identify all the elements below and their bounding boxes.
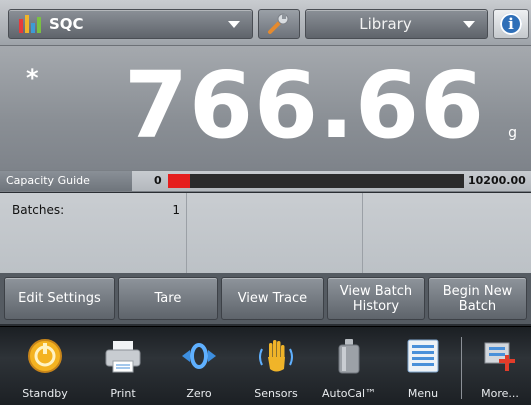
autocal-button[interactable]: AutoCal™ (316, 327, 382, 405)
data-field-empty (364, 193, 531, 273)
zero-icon (182, 343, 216, 369)
menu-list-icon (407, 339, 439, 373)
view-batch-history-button[interactable]: View Batch History (326, 277, 425, 320)
chart-bars-icon (19, 15, 41, 33)
toolbar-divider (461, 337, 462, 399)
weight-display: * 766.66 g (0, 46, 531, 170)
capacity-max: 10200.00 (468, 174, 526, 187)
balance-screen: SQC Library i * 766.66 g Capacity Guide … (0, 0, 531, 405)
hand-sensor-icon (259, 340, 293, 372)
more-tools-icon (484, 342, 515, 371)
wrench-icon (268, 13, 289, 34)
sensors-label: Sensors (254, 387, 298, 400)
chevron-down-icon (463, 21, 475, 28)
batches-label: Batches: (12, 203, 65, 217)
weight-reading: 766.66 (123, 52, 485, 159)
edit-settings-button[interactable]: Edit Settings (4, 277, 115, 320)
application-name: SQC (49, 15, 84, 33)
standby-label: Standby (22, 387, 68, 400)
library-dropdown[interactable]: Library (305, 9, 488, 39)
capacity-min: 0 (154, 174, 162, 187)
begin-new-batch-button[interactable]: Begin New Batch (427, 277, 527, 320)
stability-indicator: * (26, 64, 39, 92)
menu-button[interactable]: Menu (393, 327, 453, 405)
calibration-weight-icon (338, 339, 360, 374)
capacity-bar (168, 174, 464, 188)
weight-unit[interactable]: g (508, 125, 517, 141)
library-label: Library (359, 15, 412, 33)
sensors-button[interactable]: Sensors (243, 327, 309, 405)
softkey-bar: Edit Settings Tare View Trace View Batch… (0, 273, 531, 324)
application-dropdown[interactable]: SQC (8, 9, 253, 39)
menu-label: Menu (407, 387, 439, 400)
info-button[interactable]: i (493, 9, 529, 39)
print-label: Print (110, 387, 136, 400)
view-trace-button[interactable]: View Trace (220, 277, 324, 320)
top-bar: SQC Library i (0, 0, 531, 46)
chevron-down-icon (228, 21, 240, 28)
batches-value: 1 (172, 203, 180, 217)
standby-icon (28, 339, 62, 373)
autocal-label: AutoCal™ (321, 387, 377, 400)
print-button[interactable]: Print (92, 327, 154, 405)
standby-button[interactable]: Standby (14, 327, 76, 405)
settings-wrench-button[interactable] (258, 9, 300, 39)
zero-label: Zero (186, 387, 212, 400)
zero-button[interactable]: Zero (168, 327, 230, 405)
data-field-empty (188, 193, 363, 273)
bottom-toolbar: Standby Print Zero Sensors AutoCal™ Menu… (0, 326, 531, 405)
printer-icon (105, 341, 141, 373)
application-data-area: Batches: 1 (0, 193, 531, 273)
capacity-guide: Capacity Guide 0 10200.00 (0, 170, 531, 192)
more-button[interactable]: More... (470, 327, 530, 405)
capacity-bar-fill (168, 174, 191, 188)
capacity-guide-label: Capacity Guide (0, 171, 132, 191)
more-label: More... (481, 387, 519, 400)
data-field-batches: Batches: 1 (0, 193, 187, 273)
info-icon: i (500, 13, 522, 35)
tare-button[interactable]: Tare (117, 277, 218, 320)
